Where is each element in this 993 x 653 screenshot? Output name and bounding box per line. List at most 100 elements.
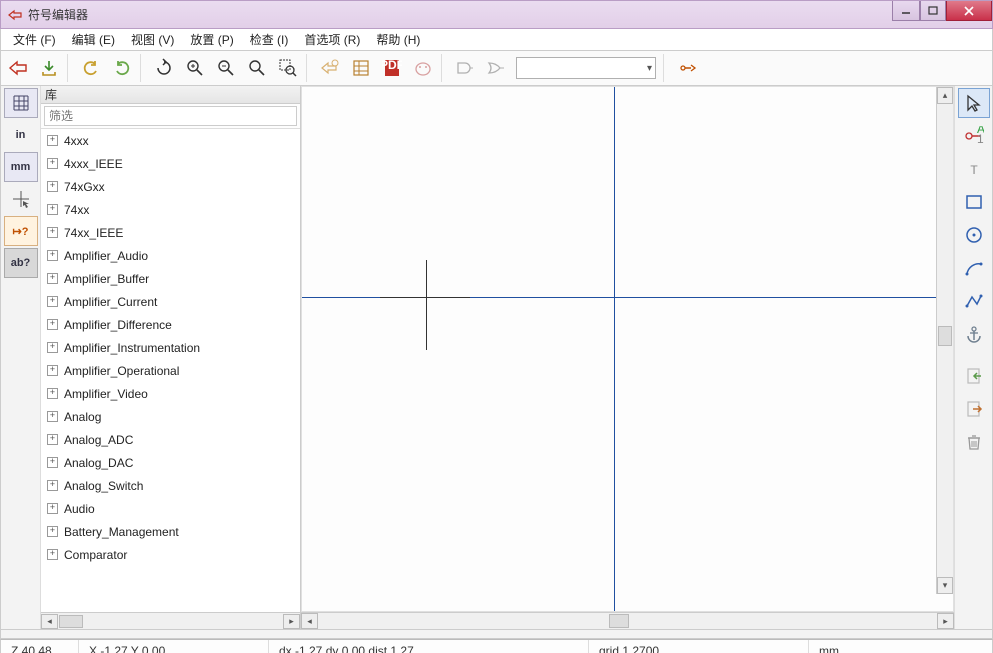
library-item-label: Amplifier_Video (64, 387, 148, 401)
refresh-icon[interactable] (149, 53, 179, 83)
select-tool-icon[interactable] (958, 88, 990, 118)
export-icon[interactable] (958, 394, 990, 424)
menu-view[interactable]: 视图 (V) (123, 29, 182, 50)
library-hscroll[interactable]: ◂▸ (41, 612, 300, 629)
pin-table-icon[interactable] (346, 53, 376, 83)
library-item[interactable]: +4xxx (41, 129, 300, 152)
library-item[interactable]: +Analog (41, 405, 300, 428)
expand-icon[interactable]: + (47, 273, 58, 284)
expand-icon[interactable]: + (47, 526, 58, 537)
expand-icon[interactable]: + (47, 227, 58, 238)
datasheet-icon[interactable]: PDF (377, 53, 407, 83)
units-inches-button[interactable]: in (4, 120, 38, 150)
library-item[interactable]: + Amplifier_Video (41, 382, 300, 405)
library-item-label: Analog_ADC (64, 433, 133, 447)
library-item[interactable]: + Amplifier_Buffer (41, 267, 300, 290)
text-tool-icon[interactable]: T (958, 154, 990, 184)
library-item-label: 74xx (64, 203, 89, 217)
menubar: 文件 (F) 编辑 (E) 视图 (V) 放置 (P) 检查 (I) 首选项 (… (0, 29, 993, 51)
undo-icon[interactable] (76, 53, 106, 83)
library-panel: 库 +4xxx+4xxx_IEEE+74xGxx+74xx+74xx_IEEE+… (41, 86, 301, 629)
menu-inspect[interactable]: 检查 (I) (242, 29, 297, 50)
library-item[interactable]: +Amplifier_Audio (41, 244, 300, 267)
library-item[interactable]: + Amplifier_Instrumentation (41, 336, 300, 359)
expand-icon[interactable]: + (47, 135, 58, 146)
menu-file[interactable]: 文件 (F) (5, 29, 64, 50)
arc-tool-icon[interactable] (958, 253, 990, 283)
library-item[interactable]: +Amplifier_Difference (41, 313, 300, 336)
expand-icon[interactable]: + (47, 204, 58, 215)
library-item[interactable]: +Analog_DAC (41, 451, 300, 474)
status-grid: grid 1.2700 (589, 640, 809, 653)
circle-tool-icon[interactable] (958, 220, 990, 250)
library-item-label: Amplifier_Buffer (64, 272, 149, 286)
menu-place[interactable]: 放置 (P) (182, 29, 241, 50)
show-pin-electrical-button[interactable]: ↦? (4, 216, 38, 246)
library-item[interactable]: +Analog_Switch (41, 474, 300, 497)
expand-icon[interactable]: + (47, 158, 58, 169)
minimize-button[interactable] (892, 1, 920, 21)
expand-icon[interactable]: + (47, 296, 58, 307)
import-icon[interactable] (958, 361, 990, 391)
canvas-vscroll[interactable]: ▴▾ (936, 87, 953, 594)
demorgan-standard-icon[interactable] (450, 53, 480, 83)
demorgan-alternate-icon[interactable] (481, 53, 511, 83)
right-toolstrip: A1 T (954, 86, 992, 629)
unit-selector[interactable] (516, 57, 656, 79)
cursor-shape-icon[interactable] (4, 184, 38, 214)
zoom-in-icon[interactable] (180, 53, 210, 83)
expand-icon[interactable]: + (47, 181, 58, 192)
erc-icon[interactable] (408, 53, 438, 83)
menu-prefs[interactable]: 首选项 (R) (296, 29, 368, 50)
symbol-properties-icon[interactable] (315, 53, 345, 83)
library-item[interactable]: +4xxx_IEEE (41, 152, 300, 175)
library-item-label: Amplifier_Instrumentation (64, 341, 200, 355)
library-item[interactable]: +Comparator (41, 543, 300, 566)
close-button[interactable] (946, 1, 992, 21)
expand-icon[interactable]: + (47, 319, 58, 330)
zoom-fit-icon[interactable] (242, 53, 272, 83)
library-filter-input[interactable] (44, 106, 297, 126)
sync-pins-icon[interactable] (672, 53, 702, 83)
status-unit: mm (809, 640, 869, 653)
expand-icon[interactable]: + (47, 549, 58, 560)
library-item[interactable]: +Amplifier_Operational (41, 359, 300, 382)
library-item[interactable]: +Audio (41, 497, 300, 520)
expand-icon[interactable]: + (47, 457, 58, 468)
expand-icon[interactable]: + (47, 411, 58, 422)
redo-icon[interactable] (107, 53, 137, 83)
drawing-canvas[interactable]: ▴▾ (301, 86, 954, 612)
library-item[interactable]: +Battery_Management (41, 520, 300, 543)
expand-icon[interactable]: + (47, 365, 58, 376)
library-item[interactable]: +74xx_IEEE (41, 221, 300, 244)
library-item[interactable]: +74xx (41, 198, 300, 221)
expand-icon[interactable]: + (47, 434, 58, 445)
menu-help[interactable]: 帮助 (H) (368, 29, 428, 50)
expand-icon[interactable]: + (47, 503, 58, 514)
library-item[interactable]: +74xGxx (41, 175, 300, 198)
new-symbol-icon[interactable] (3, 53, 33, 83)
units-mm-button[interactable]: mm (4, 152, 38, 182)
zoom-selection-icon[interactable] (273, 53, 303, 83)
maximize-button[interactable] (920, 1, 946, 21)
status-xy: X -1.27 Y 0.00 (79, 640, 269, 653)
anchor-tool-icon[interactable] (958, 319, 990, 349)
menu-edit[interactable]: 编辑 (E) (64, 29, 123, 50)
expand-icon[interactable]: + (47, 342, 58, 353)
library-tree[interactable]: +4xxx+4xxx_IEEE+74xGxx+74xx+74xx_IEEE+Am… (41, 129, 300, 612)
expand-icon[interactable]: + (47, 480, 58, 491)
grid-toggle-icon[interactable] (4, 88, 38, 118)
trash-icon[interactable] (958, 427, 990, 457)
zoom-out-icon[interactable] (211, 53, 241, 83)
canvas-hscroll[interactable]: ◂▸ (301, 612, 954, 629)
library-item[interactable]: +Amplifier_Current (41, 290, 300, 313)
canvas-area: ▴▾ ◂▸ (301, 86, 954, 629)
show-hidden-fields-button[interactable]: ab? (4, 248, 38, 278)
pin-tool-icon[interactable]: A1 (958, 121, 990, 151)
library-item[interactable]: + Analog_ADC (41, 428, 300, 451)
save-icon[interactable] (34, 53, 64, 83)
polyline-tool-icon[interactable] (958, 286, 990, 316)
expand-icon[interactable]: + (47, 388, 58, 399)
rectangle-tool-icon[interactable] (958, 187, 990, 217)
expand-icon[interactable]: + (47, 250, 58, 261)
